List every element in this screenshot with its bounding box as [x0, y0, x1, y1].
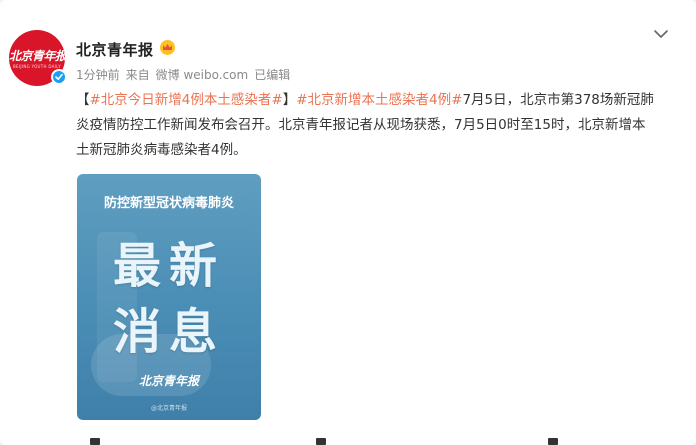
- weibo-post-card: 北京青年报 BEIJING YOUTH DAILY 北京青年报 1分钟前 来自 微博…: [0, 0, 696, 445]
- avatar-logo: 北京青年报: [9, 49, 65, 63]
- post-meta: 1分钟前 来自 微博 weibo.com 已编辑: [76, 66, 296, 83]
- post-source[interactable]: 微博 weibo.com: [156, 68, 249, 82]
- action-icon[interactable]: [548, 438, 558, 445]
- image-title: 防控新型冠状病毒肺炎: [103, 196, 234, 211]
- hashtag-link[interactable]: #北京今日新增4例本土感染者#: [90, 92, 283, 108]
- post-text: 【#北京今日新增4例本土感染者#】#北京新增本土感染者4例#7月5日，北京市第3…: [76, 88, 656, 163]
- action-icon[interactable]: [90, 438, 100, 445]
- bracket-close: 】: [282, 92, 297, 108]
- verified-badge-icon: [51, 69, 67, 85]
- bracket-open: 【: [76, 92, 90, 108]
- source-label: 来自: [125, 68, 150, 82]
- image-headline-2: 消息: [112, 304, 225, 360]
- image-watermark: @北京青年报: [150, 405, 187, 412]
- edited-label: 已编辑: [254, 68, 291, 82]
- post-image[interactable]: 防控新型冠状病毒肺炎 最新 消息 北京青年报 @北京青年报: [77, 174, 261, 420]
- chevron-down-icon[interactable]: [652, 27, 670, 41]
- action-icon[interactable]: [316, 438, 326, 445]
- hashtag-link[interactable]: #北京新增本土感染者4例#: [296, 92, 462, 108]
- crown-icon: [160, 40, 175, 55]
- post-time[interactable]: 1分钟前: [76, 68, 120, 82]
- image-headline-1: 最新: [112, 238, 225, 294]
- image-brand-logo: 北京青年报: [138, 374, 199, 388]
- author-name[interactable]: 北京青年报: [76, 39, 154, 60]
